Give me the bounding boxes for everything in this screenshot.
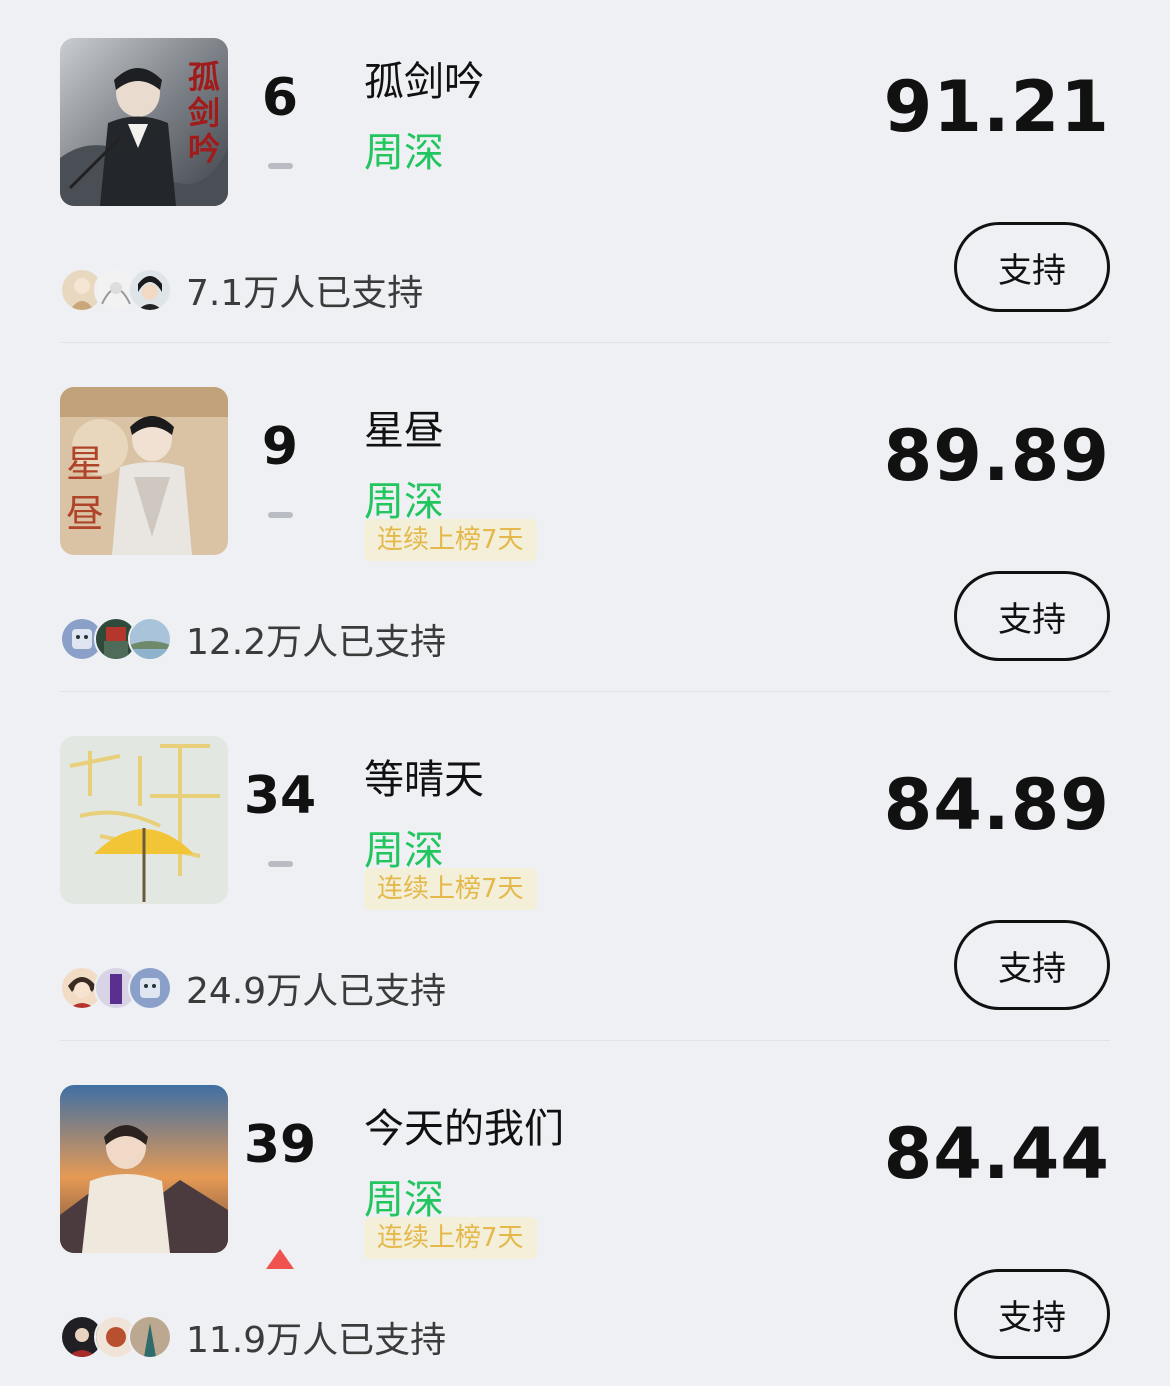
support-button[interactable]: 支持 — [954, 1269, 1110, 1359]
supporter-avatars — [60, 965, 174, 1011]
score-value: 91.21 — [883, 66, 1110, 148]
artist-name[interactable]: 周深 — [364, 829, 444, 873]
supporter-avatars — [60, 1314, 174, 1360]
avatar — [128, 617, 172, 661]
divider — [60, 1040, 1110, 1041]
ranking-item[interactable]: 39 今天的我们 周深 连续上榜7天 84.44 支持 11.9万人已支持 — [60, 1047, 1110, 1386]
artist-name[interactable]: 周深 — [364, 131, 444, 175]
divider — [60, 342, 1110, 343]
score-value: 84.89 — [883, 764, 1110, 846]
supporter-avatars — [60, 267, 174, 313]
avatar — [128, 268, 172, 312]
song-title[interactable]: 等晴天 — [364, 758, 484, 802]
supporters-count: 12.2万人已支持 — [186, 622, 447, 663]
artist-name[interactable]: 周深 — [364, 1178, 444, 1222]
rank-number: 39 — [243, 1115, 317, 1175]
song-title[interactable]: 今天的我们 — [364, 1107, 564, 1151]
song-title[interactable]: 孤剑吟 — [364, 60, 484, 104]
trend-up-icon — [266, 1249, 294, 1269]
rank-number: 6 — [261, 68, 299, 128]
streak-badge: 连续上榜7天 — [364, 1217, 537, 1259]
support-button[interactable]: 支持 — [954, 920, 1110, 1010]
supporters-count: 11.9万人已支持 — [186, 1320, 447, 1361]
avatar — [128, 966, 172, 1010]
supporters-count: 7.1万人已支持 — [186, 273, 424, 314]
song-title[interactable]: 星昼 — [364, 409, 444, 453]
cover-title: 孤剑吟 — [188, 58, 220, 168]
supporters-row[interactable]: 12.2万人已支持 — [60, 614, 446, 664]
supporters-row[interactable]: 7.1万人已支持 — [60, 265, 423, 315]
trend-flat-icon — [268, 861, 293, 867]
album-cover[interactable]: 星 昼 — [60, 387, 228, 555]
cover-title: 星 — [66, 442, 104, 486]
trend-flat-icon — [268, 163, 293, 169]
streak-badge: 连续上榜7天 — [364, 519, 537, 561]
score-value: 84.44 — [883, 1113, 1110, 1195]
score-value: 89.89 — [883, 415, 1110, 497]
trend-flat-icon — [268, 512, 293, 518]
rank-number: 9 — [261, 417, 299, 477]
support-button[interactable]: 支持 — [954, 571, 1110, 661]
streak-badge: 连续上榜7天 — [364, 868, 537, 910]
ranking-item[interactable]: 孤剑吟 6 孤剑吟 周深 91.21 支持 7.1万人已支持 — [60, 0, 1110, 349]
ranking-item[interactable]: 星 昼 9 星昼 周深 连续上榜7天 89.89 支持 12.2万人已支持 — [60, 349, 1110, 698]
supporters-row[interactable]: 11.9万人已支持 — [60, 1312, 446, 1362]
avatar — [128, 1315, 172, 1359]
supporters-count: 24.9万人已支持 — [186, 971, 447, 1012]
ranking-item[interactable]: 34 等晴天 周深 连续上榜7天 84.89 支持 24.9万人已支持 — [60, 698, 1110, 1047]
divider — [60, 691, 1110, 692]
supporter-avatars — [60, 616, 174, 662]
rank-number: 34 — [243, 766, 317, 826]
album-cover[interactable] — [60, 736, 228, 904]
cover-title: 昼 — [66, 492, 104, 536]
album-cover[interactable]: 孤剑吟 — [60, 38, 228, 206]
support-button[interactable]: 支持 — [954, 222, 1110, 312]
album-cover[interactable] — [60, 1085, 228, 1253]
artist-name[interactable]: 周深 — [364, 480, 444, 524]
supporters-row[interactable]: 24.9万人已支持 — [60, 963, 446, 1013]
